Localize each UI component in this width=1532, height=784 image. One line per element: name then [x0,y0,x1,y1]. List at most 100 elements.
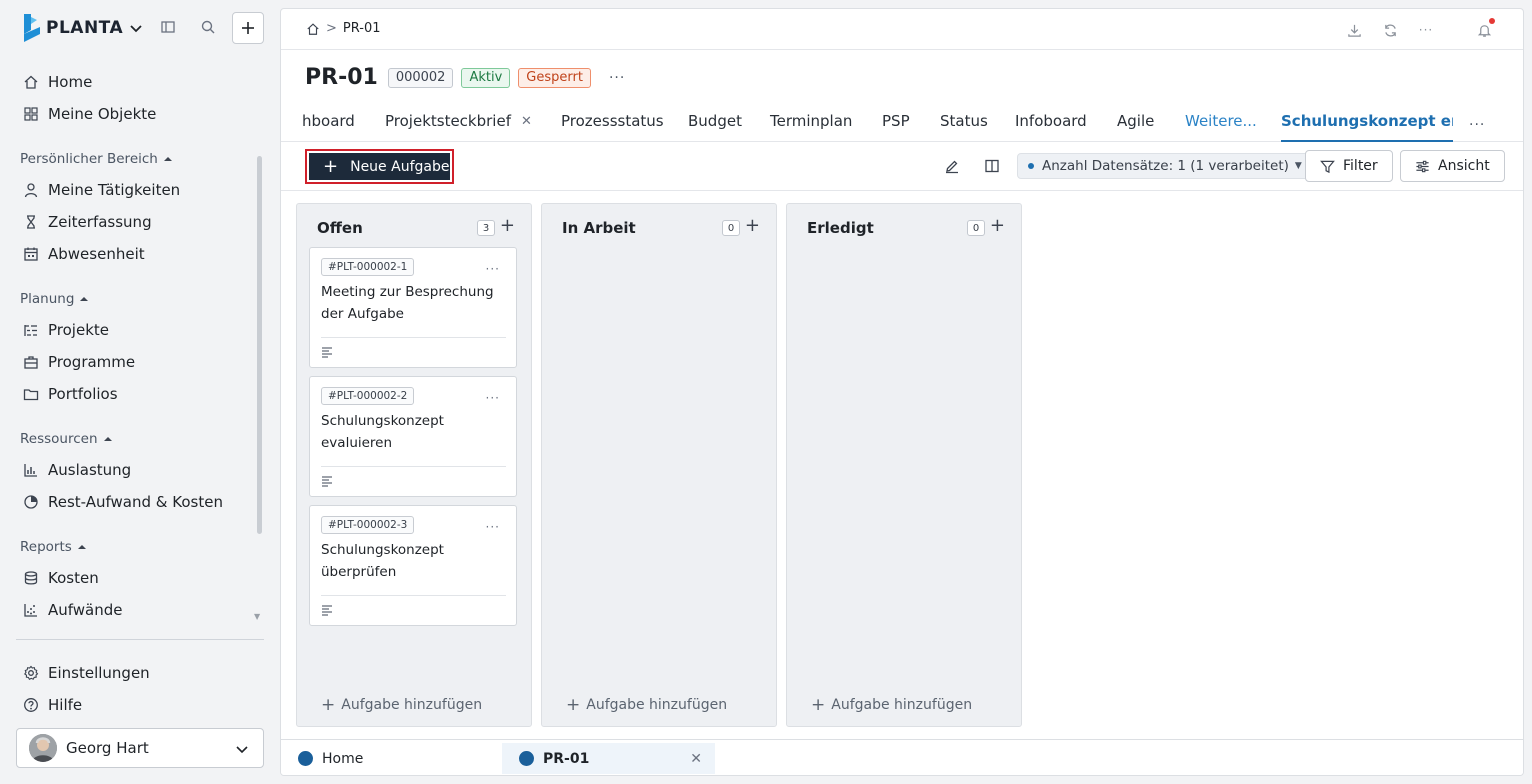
card-more-icon[interactable]: ··· [486,262,500,276]
sidebar-item-meine-taetigkeiten[interactable]: Meine Tätigkeiten [22,178,180,202]
sidebar-group-label: Reports [20,539,72,555]
task-card[interactable]: #PLT-000002-2 ··· Schulungskonzept evalu… [309,376,517,497]
tab-terminplan[interactable]: Terminplan [770,112,852,130]
sidebar-item-programme[interactable]: Programme [22,350,135,374]
edit-icon[interactable] [943,157,961,175]
sidebar-item-zeiterfassung[interactable]: Zeiterfassung [22,210,152,234]
title-more-icon[interactable]: ··· [609,70,625,86]
tab-weitere[interactable]: Weitere... [1185,112,1257,130]
tab-label: Terminplan [770,112,853,130]
search-icon[interactable] [198,17,218,37]
download-icon[interactable] [1345,21,1363,39]
tab-dashboard[interactable]: hboard [302,112,355,130]
card-more-icon[interactable]: ··· [486,520,500,534]
tab-label: Schulungskonzept erstel [1281,112,1453,130]
sidebar-group-label: Persönlicher Bereich [20,151,158,167]
sidebar-item-portfolios[interactable]: Portfolios [22,382,118,406]
chevron-up-icon [103,437,112,441]
tab-label: PSP [882,112,910,130]
object-id-badge: 000002 [387,67,454,88]
tab-budget[interactable]: Budget [688,112,742,130]
tab-projektsteckbrief[interactable]: Projektsteckbrief ✕ [385,112,532,130]
breadcrumb-current[interactable]: PR-01 [343,21,381,36]
add-task-link[interactable]: + Aufgabe hinzufügen [811,695,972,715]
sidebar-group-planung[interactable]: Planung [20,291,89,307]
sidebar-item-aufwaende[interactable]: Aufwände [22,598,123,622]
task-id-badge: #PLT-000002-1 [321,258,415,276]
close-icon[interactable]: ✕ [690,751,702,767]
tab-bar: hboard Projektsteckbrief ✕ Prozessstatus … [281,105,1523,142]
add-task-link[interactable]: + Aufgabe hinzufügen [321,695,482,715]
top-actions: ··· [1327,18,1495,39]
tab-agile[interactable]: Agile [1117,112,1154,130]
column-count-badge: 0 [722,220,740,236]
sidebar-group-ressourcen[interactable]: Ressourcen [20,431,113,447]
records-count-dropdown[interactable]: Anzahl Datensätze: 1 (1 verarbeitet) ▼ [1017,153,1313,179]
sidebar-item-label: Auslastung [48,461,132,479]
sidebar-item-label: Projekte [48,321,109,339]
scroll-down-arrow-icon[interactable]: ▼ [254,612,260,621]
tab-schulungskonzept[interactable]: Schulungskonzept erstel [1281,112,1453,130]
new-task-button[interactable]: + Neue Aufgabe [305,149,454,184]
new-task-button-inner: + Neue Aufgabe [309,153,450,180]
filter-button[interactable]: Filter [1305,150,1393,182]
tab-circle-icon [519,751,534,766]
main-panel: > PR-01 ··· PR-01 000002 Aktiv Gesperrt … [280,8,1524,776]
sidebar-toggle-icon[interactable] [158,17,178,37]
sidebar-group-label: Planung [20,291,75,307]
sidebar-item-hilfe[interactable]: Hilfe [22,693,82,717]
sidebar-item-projekte[interactable]: Projekte [22,318,109,342]
bell-icon[interactable] [1475,18,1495,39]
sidebar-group-reports[interactable]: Reports [20,539,87,555]
status-badge-active: Aktiv [461,67,511,88]
add-task-link[interactable]: + Aufgabe hinzufügen [566,695,727,715]
add-icon[interactable]: + [990,217,1005,235]
sidebar-item-home[interactable]: Home [22,70,92,94]
bottom-tab-home[interactable]: Home [281,743,501,774]
sidebar-item-abwesenheit[interactable]: Abwesenheit [22,242,145,266]
sidebar-item-einstellungen[interactable]: Einstellungen [22,661,150,685]
view-button[interactable]: Ansicht [1400,150,1505,182]
sidebar-item-meine-objekte[interactable]: Meine Objekte [22,102,156,126]
sidebar-item-kosten[interactable]: Kosten [22,566,99,590]
home-icon [22,73,40,91]
sidebar-item-label: Meine Objekte [48,105,157,123]
sidebar-item-label: Einstellungen [48,664,150,682]
add-icon[interactable]: + [745,217,760,235]
column-count-badge: 0 [967,220,985,236]
bottom-tab-label: Home [322,750,364,767]
app-name: PLANTA [46,18,124,38]
help-icon [22,696,40,714]
sidebar-item-rest-aufwand[interactable]: Rest-Aufwand & Kosten [22,490,223,514]
card-more-icon[interactable]: ··· [486,391,500,405]
add-task-label: Aufgabe hinzufügen [341,697,483,713]
create-new-button[interactable] [232,12,264,44]
bottom-tab-bar: Home PR-01 ✕ [281,739,1523,775]
bottom-tab-pr-01[interactable]: PR-01 ✕ [502,743,715,774]
sidebar-item-label: Hilfe [48,696,83,714]
tab-infoboard[interactable]: Infoboard [1015,112,1087,130]
description-icon [322,476,332,487]
add-icon[interactable]: + [500,217,515,235]
column-title: In Arbeit [562,219,636,237]
user-menu[interactable]: Georg Hart [16,728,264,768]
refresh-icon[interactable] [1381,21,1399,39]
sidebar-item-auslastung[interactable]: Auslastung [22,458,131,482]
folder-icon [22,385,40,403]
plus-icon: + [323,155,339,177]
task-card[interactable]: #PLT-000002-1 ··· Meeting zur Besprechun… [309,247,517,368]
tab-status[interactable]: Status [940,112,988,130]
tab-prozessstatus[interactable]: Prozessstatus [561,112,664,130]
more-options-icon[interactable]: ··· [1417,21,1435,39]
task-card[interactable]: #PLT-000002-3 ··· Schulungskonzept überp… [309,505,517,626]
tab-psp[interactable]: PSP [882,112,910,130]
split-view-icon[interactable] [983,157,1001,175]
sidebar-group-personal[interactable]: Persönlicher Bereich [20,151,173,167]
plus-icon: + [321,695,336,715]
close-icon[interactable]: ✕ [521,114,532,129]
tab-label: Agile [1117,112,1155,130]
app-switcher[interactable]: PLANTA [22,12,143,44]
sidebar-scrollbar[interactable] [257,156,262,534]
tabs-overflow-icon[interactable]: ··· [1469,117,1485,133]
home-icon[interactable] [306,22,320,36]
